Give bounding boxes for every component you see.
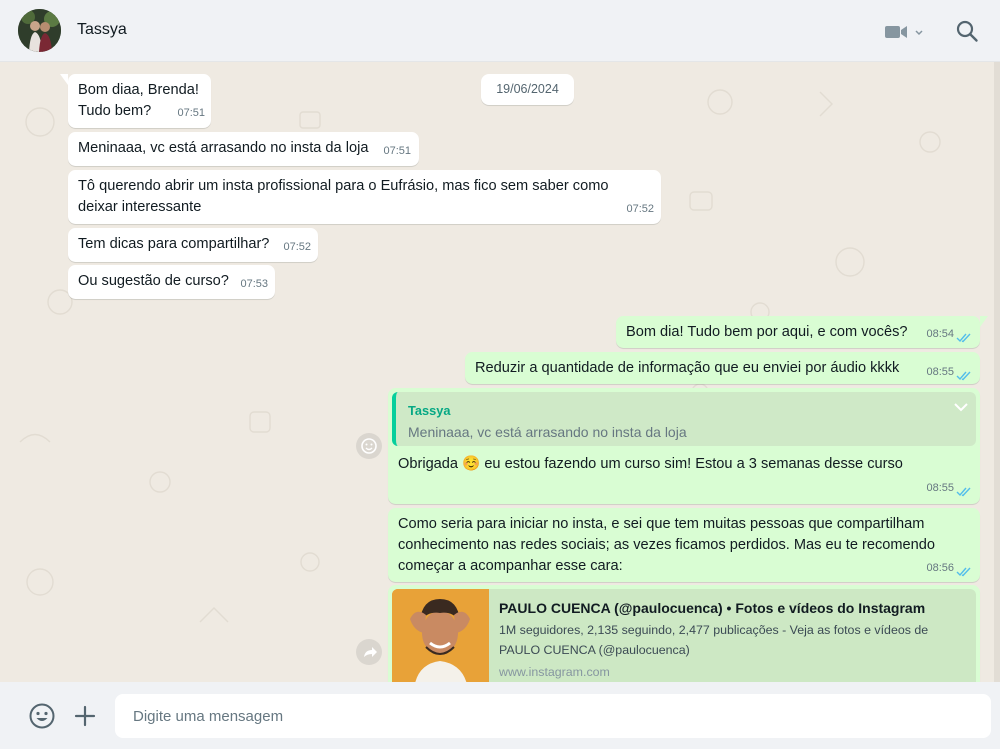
link-preview-description: 1M seguidores, 2,135 seguindo, 2,477 pub…	[499, 623, 929, 657]
incoming-message[interactable]: Tem dicas para compartilhar? 07:52	[68, 228, 318, 262]
outgoing-message[interactable]: Como seria para iniciar no insta, e sei …	[388, 508, 980, 582]
message-time: 07:51	[177, 107, 205, 119]
read-receipt-icon	[956, 487, 971, 497]
message-text: conhecimento nas redes sociais; as vezes…	[398, 537, 935, 553]
link-preview-card[interactable]: PAULO CUENCA (@paulocuenca) • Fotos e ví…	[392, 589, 976, 682]
message-text: Meninaaa, vc está arrasando no insta da …	[78, 140, 369, 156]
read-receipt-icon	[956, 567, 971, 577]
chevron-down-icon[interactable]	[952, 398, 970, 416]
contact-avatar[interactable]	[18, 9, 61, 52]
outgoing-link-message[interactable]: PAULO CUENCA (@paulocuenca) • Fotos e ví…	[388, 585, 980, 682]
message-time: 07:51	[383, 145, 411, 157]
message-text: Obrigada ☺️ eu estou fazendo um curso si…	[398, 456, 903, 472]
emoji-icon[interactable]	[28, 702, 56, 730]
link-preview-thumbnail	[392, 589, 489, 682]
reaction-icon[interactable]	[356, 433, 382, 459]
message-list[interactable]: 19/06/2024 Bom diaa, Brenda! Tudo bem? 0…	[0, 62, 1000, 682]
read-receipt-icon	[956, 371, 971, 381]
message-time: 08:54	[926, 328, 954, 340]
attach-plus-icon[interactable]	[72, 703, 98, 729]
bubble-tail	[980, 316, 988, 327]
message-text: Tem dicas para compartilhar?	[78, 236, 270, 252]
read-receipt-icon	[956, 333, 971, 343]
message-time: 08:55	[926, 366, 954, 378]
forward-icon[interactable]	[356, 639, 382, 665]
link-preview-domain[interactable]: www.instagram.com	[499, 662, 610, 682]
outgoing-reply-message[interactable]: Tassya Meninaaa, vc está arrasando no in…	[388, 388, 980, 504]
outgoing-message[interactable]: Bom dia! Tudo bem por aqui, e com vocês?…	[616, 316, 988, 348]
message-text: Reduzir a quantidade de informação que e…	[475, 360, 900, 376]
quoted-message[interactable]: Tassya Meninaaa, vc está arrasando no in…	[392, 392, 976, 446]
search-icon[interactable]	[955, 19, 979, 43]
incoming-message[interactable]: Tô querendo abrir um insta profissional …	[68, 170, 661, 224]
message-text: Tô querendo abrir um insta profissional …	[78, 178, 609, 194]
message-text: começar a acompanhar esse cara:	[398, 558, 623, 574]
bubble-tail	[60, 74, 68, 85]
outgoing-message[interactable]: Reduzir a quantidade de informação que e…	[465, 352, 980, 384]
message-time: 07:52	[626, 203, 654, 215]
message-time: 08:55	[926, 482, 954, 494]
message-text: deixar interessante	[78, 199, 202, 215]
chat-header: Tassya	[0, 0, 1000, 62]
message-text: Bom dia! Tudo bem por aqui, e com vocês?	[626, 324, 908, 340]
video-call-icon[interactable]	[884, 21, 926, 43]
incoming-message[interactable]: Meninaaa, vc está arrasando no insta da …	[68, 132, 419, 166]
chat-scrollbar[interactable]	[994, 62, 1000, 682]
smiling-emoji: ☺️	[462, 456, 481, 472]
incoming-message[interactable]: Ou sugestão de curso? 07:53	[68, 265, 275, 299]
message-time: 08:56	[926, 562, 954, 574]
message-time: 07:52	[283, 241, 311, 253]
quote-text: Meninaaa, vc está arrasando no insta da …	[408, 424, 687, 440]
contact-name[interactable]: Tassya	[77, 21, 127, 39]
compose-bar	[0, 682, 1000, 749]
link-preview-title[interactable]: PAULO CUENCA (@paulocuenca) • Fotos e ví…	[499, 598, 925, 619]
quote-author: Tassya	[408, 403, 451, 418]
date-divider: 19/06/2024	[481, 74, 574, 105]
message-input[interactable]	[115, 694, 991, 738]
message-text: Ou sugestão de curso?	[78, 273, 229, 289]
message-text: Bom diaa, Brenda!	[78, 82, 199, 98]
incoming-message[interactable]: Bom diaa, Brenda! Tudo bem? 07:51	[60, 74, 211, 128]
message-time: 07:53	[240, 278, 268, 290]
message-text: Como seria para iniciar no insta, e sei …	[398, 516, 925, 532]
